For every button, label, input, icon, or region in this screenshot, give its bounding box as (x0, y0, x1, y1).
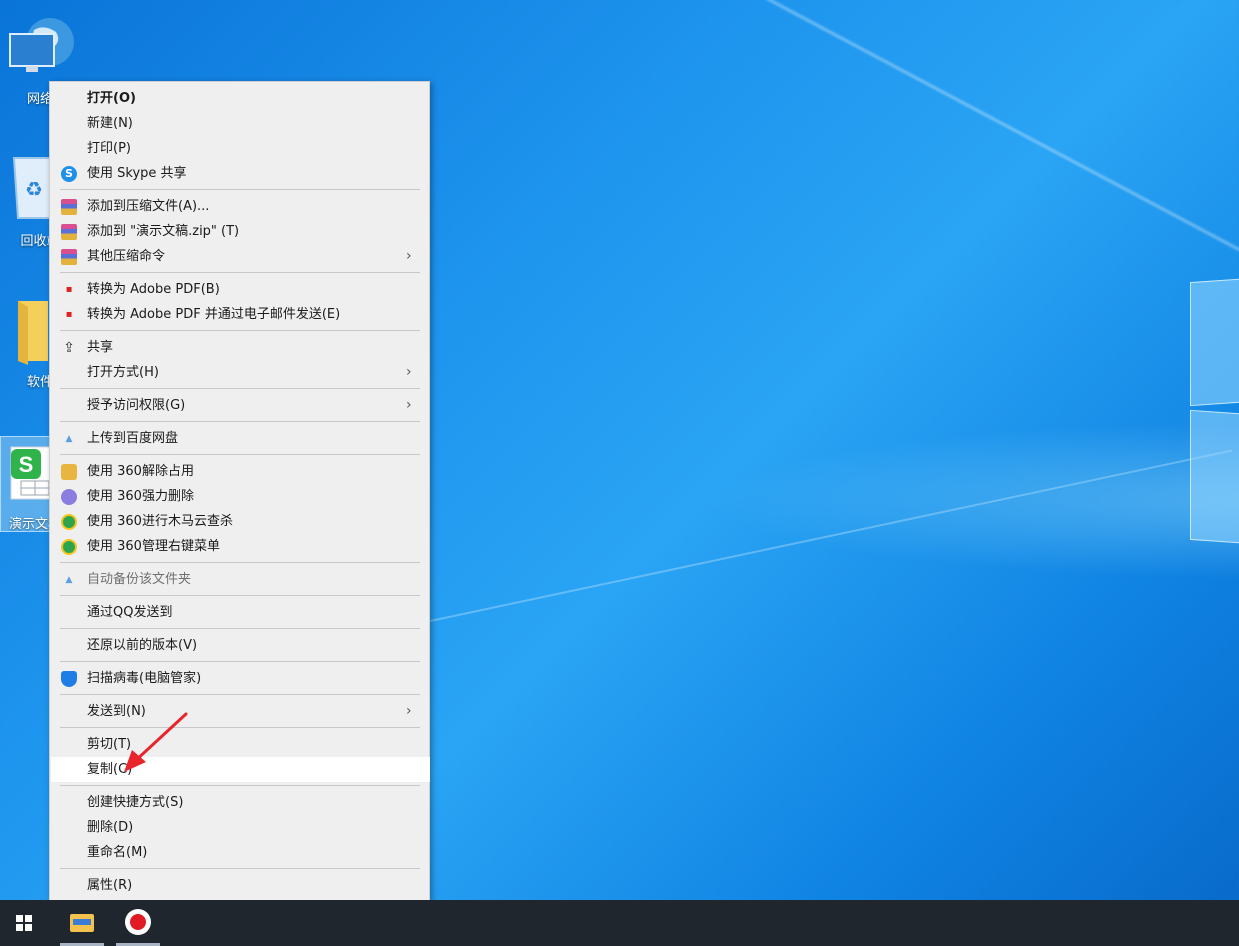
menu-item-copy[interactable]: 复制(C) (51, 757, 430, 782)
chevron-right-icon: › (406, 248, 412, 264)
menu-item-properties[interactable]: 属性(R) (51, 873, 430, 898)
360-scan-icon (61, 514, 77, 530)
tencent-shield-icon (61, 671, 77, 687)
taskbar (0, 900, 1239, 946)
menu-item-send-via-qq[interactable]: 通过QQ发送到 (51, 600, 430, 625)
menu-item-rename[interactable]: 重命名(M) (51, 840, 430, 865)
baidu-netdisk-icon: ▲ (65, 434, 73, 444)
taskbar-screen-recorder[interactable] (114, 900, 162, 946)
menu-item-grant-access[interactable]: 授予访问权限(G) › (51, 393, 430, 418)
menu-item-360-manage-menu[interactable]: 使用 360管理右键菜单 (51, 534, 430, 559)
menu-item-upload-baidu[interactable]: ▲ 上传到百度网盘 (51, 426, 430, 451)
winrar-icon (61, 224, 77, 240)
taskbar-file-explorer[interactable] (58, 900, 106, 946)
desktop-light-beam (658, 0, 1239, 272)
chevron-right-icon: › (406, 397, 412, 413)
360-delete-icon (61, 489, 77, 505)
annotation-arrow-icon (124, 712, 188, 772)
network-globe-icon (9, 18, 74, 72)
menu-item-scan-virus[interactable]: 扫描病毒(电脑管家) (51, 666, 430, 691)
menu-item-360-delete[interactable]: 使用 360强力删除 (51, 484, 430, 509)
record-dot-icon (130, 914, 146, 930)
menu-separator (60, 868, 420, 869)
menu-separator (60, 330, 420, 331)
menu-item-share[interactable]: ⇪ 共享 (51, 335, 430, 360)
menu-item-skype-share[interactable]: S 使用 Skype 共享 (51, 161, 430, 186)
menu-item-convert-pdf[interactable]: ▪ 转换为 Adobe PDF(B) (51, 277, 430, 302)
skype-icon: S (61, 166, 77, 182)
winrar-icon (61, 249, 77, 265)
menu-item-convert-pdf-email[interactable]: ▪ 转换为 Adobe PDF 并通过电子邮件发送(E) (51, 302, 430, 327)
windows-logo-wallpaper (1190, 270, 1239, 550)
file-explorer-icon (70, 914, 94, 932)
360-unlock-icon (61, 464, 77, 480)
menu-item-new[interactable]: 新建(N) (51, 111, 430, 136)
windows-start-icon (16, 915, 32, 931)
menu-separator (60, 562, 420, 563)
desktop-icon-presentation-selected[interactable]: S 演示文稿 (0, 436, 61, 532)
menu-item-print[interactable]: 打印(P) (51, 136, 430, 161)
chevron-right-icon: › (406, 364, 412, 380)
menu-item-cut[interactable]: 剪切(T) (51, 732, 430, 757)
menu-item-other-compress[interactable]: 其他压缩命令 › (51, 244, 430, 269)
adobe-pdf-icon: ▪ (65, 284, 73, 295)
svg-text:S: S (19, 452, 34, 477)
menu-separator (60, 628, 420, 629)
desktop-light-glow (700, 420, 1239, 580)
menu-separator (60, 421, 420, 422)
desktop-light-beam (430, 449, 1233, 622)
winrar-icon (61, 199, 77, 215)
menu-separator (60, 189, 420, 190)
menu-item-open-with[interactable]: 打开方式(H) › (51, 360, 430, 385)
menu-item-add-to-archive[interactable]: 添加到压缩文件(A)... (51, 194, 430, 219)
svg-text:♻: ♻ (25, 177, 43, 201)
menu-item-create-shortcut[interactable]: 创建快捷方式(S) (51, 790, 430, 815)
wps-presentation-icon: S (10, 446, 52, 500)
menu-separator (60, 785, 420, 786)
menu-item-add-to-zip[interactable]: 添加到 "演示文稿.zip" (T) (51, 219, 430, 244)
menu-item-360-unlock[interactable]: 使用 360解除占用 (51, 459, 430, 484)
start-button[interactable] (0, 900, 48, 946)
adobe-pdf-icon: ▪ (65, 309, 73, 320)
share-icon: ⇪ (63, 340, 75, 356)
menu-item-auto-backup[interactable]: ▲ 自动备份该文件夹 (51, 567, 430, 592)
menu-separator (60, 454, 420, 455)
baidu-netdisk-icon: ▲ (65, 575, 73, 585)
menu-item-open[interactable]: 打开(O) (51, 86, 430, 111)
menu-separator (60, 694, 420, 695)
menu-separator (60, 272, 420, 273)
menu-item-send-to[interactable]: 发送到(N) › (51, 699, 430, 724)
menu-separator (60, 388, 420, 389)
menu-item-delete[interactable]: 删除(D) (51, 815, 430, 840)
menu-separator (60, 595, 420, 596)
menu-separator (60, 661, 420, 662)
menu-item-restore-versions[interactable]: 还原以前的版本(V) (51, 633, 430, 658)
context-menu: 打开(O) 新建(N) 打印(P) S 使用 Skype 共享 添加到压缩文件(… (49, 81, 430, 901)
menu-item-360-scan[interactable]: 使用 360进行木马云查杀 (51, 509, 430, 534)
chevron-right-icon: › (406, 703, 412, 719)
360-menu-icon (61, 539, 77, 555)
